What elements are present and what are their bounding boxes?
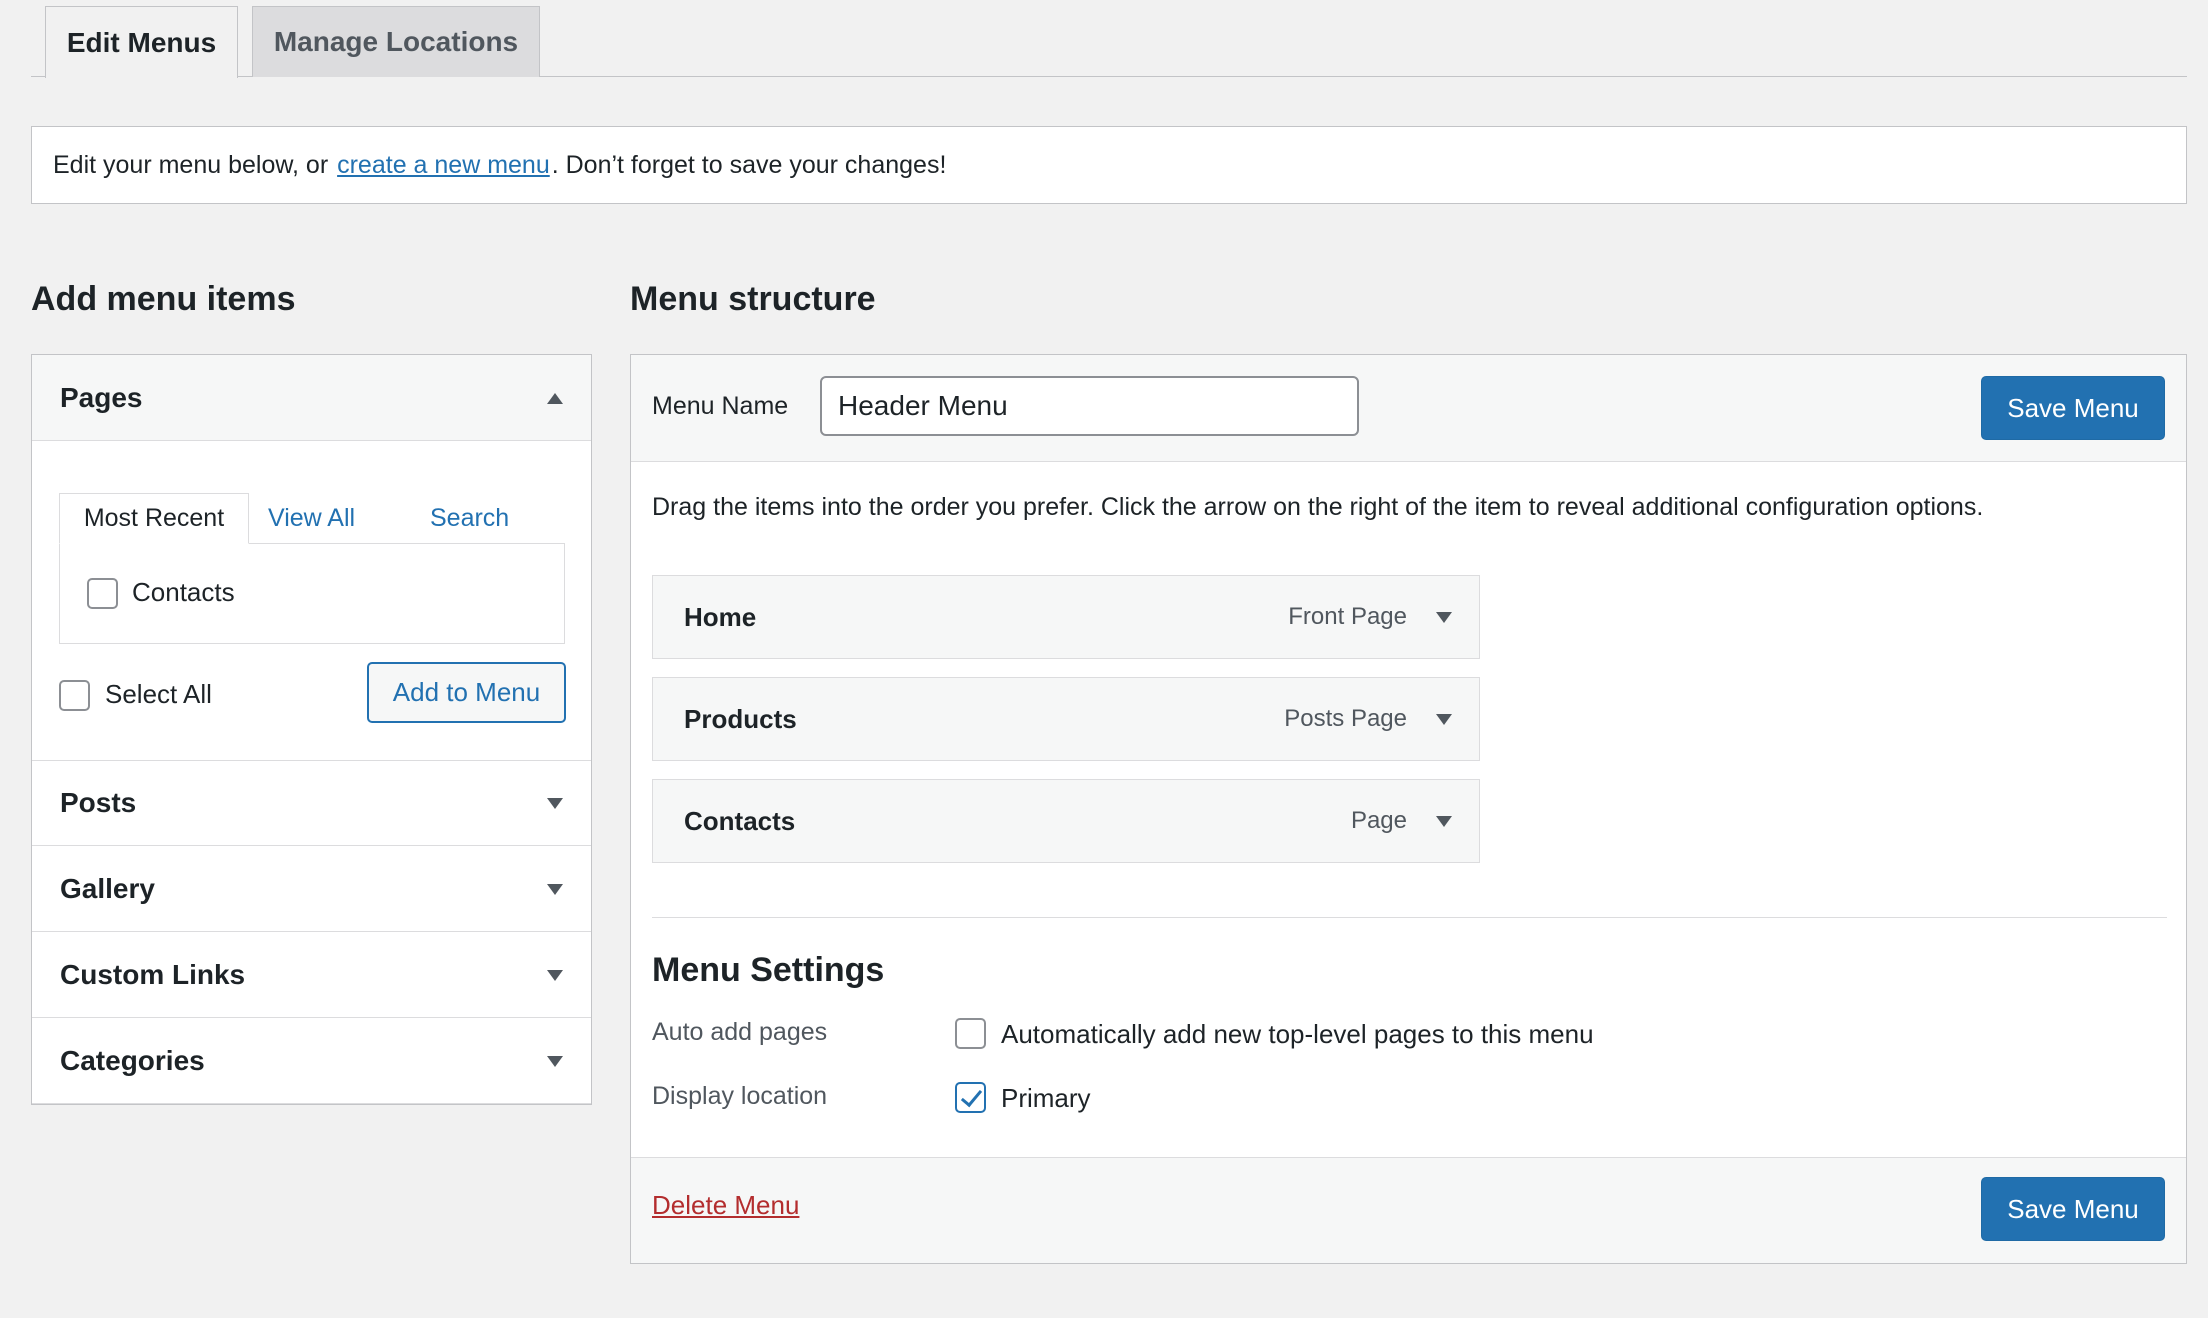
chevron-down-icon [547, 883, 563, 895]
chevron-down-icon [547, 1055, 563, 1067]
accordion-custom-links-label: Custom Links [60, 958, 246, 990]
menu-item-contacts[interactable]: Contacts Page [652, 779, 1480, 863]
menu-header-bar: Menu Name Header Menu Save Menu [631, 355, 2186, 462]
contacts-checkbox[interactable] [87, 578, 118, 609]
menu-settings-heading: Menu Settings [652, 951, 885, 989]
accordion-posts-label: Posts [60, 787, 137, 818]
tab-most-recent[interactable]: Most Recent [59, 493, 249, 544]
accordion-custom-links[interactable]: Custom Links [32, 932, 591, 1018]
menu-item-type: Posts Page [1284, 705, 1407, 732]
accordion-pages-label: Pages [60, 381, 143, 413]
auto-add-label: Auto add pages [652, 1018, 828, 1046]
save-menu-button-top[interactable]: Save Menu [1981, 376, 2165, 440]
menu-item-type: Front Page [1288, 603, 1407, 630]
menu-item-title: Home [684, 601, 757, 632]
menu-item-products[interactable]: Products Posts Page [652, 677, 1480, 761]
settings-divider [652, 917, 2167, 918]
primary-location-text: Primary [1001, 1083, 1091, 1113]
accordion-posts[interactable]: Posts [32, 760, 591, 846]
chevron-down-icon [547, 798, 563, 809]
create-new-menu-link[interactable]: create a new menu [337, 151, 550, 180]
tab-manage-locations[interactable]: Manage Locations [252, 6, 540, 77]
chevron-up-icon [547, 392, 563, 404]
display-location-label: Display location [652, 1082, 828, 1110]
menu-footer-bar: Delete Menu Save Menu [631, 1157, 2186, 1263]
menu-item-type: Page [1350, 807, 1407, 834]
notice-text-after: . Don’t forget to save your changes! [551, 150, 947, 179]
primary-location-checkbox[interactable] [955, 1082, 986, 1113]
auto-add-checkbox[interactable] [955, 1018, 986, 1049]
notice-text-before: Edit your menu below, or [53, 150, 329, 179]
accordion-pages[interactable]: Pages [32, 355, 591, 441]
menu-item-title: Products [684, 703, 797, 734]
menu-item-title: Contacts [684, 805, 796, 836]
select-all-label: Select All [105, 679, 212, 709]
chevron-down-icon [547, 969, 563, 981]
accordion-gallery-label: Gallery [60, 872, 155, 904]
expand-arrow-icon[interactable] [1436, 816, 1452, 827]
menu-item-home[interactable]: Home Front Page [652, 575, 1480, 659]
add-items-accordion: Pages Most Recent View All Search Contac… [31, 354, 592, 1105]
tab-search[interactable]: Search [430, 493, 509, 544]
accordion-categories[interactable]: Categories [32, 1018, 591, 1104]
expand-arrow-icon[interactable] [1436, 612, 1452, 623]
pages-tab-panel: Contacts [59, 543, 565, 644]
add-to-menu-button[interactable]: Add to Menu [367, 662, 566, 723]
menu-name-label: Menu Name [652, 392, 789, 420]
menu-structure-panel: Menu Name Header Menu Save Menu Drag the… [630, 354, 2187, 1264]
delete-menu-link[interactable]: Delete Menu [652, 1190, 799, 1221]
expand-arrow-icon[interactable] [1436, 714, 1452, 725]
tab-edit-menus[interactable]: Edit Menus [45, 6, 238, 78]
contacts-page-label: Contacts [132, 577, 235, 607]
menu-name-input[interactable]: Header Menu [820, 376, 1359, 436]
save-menu-button-bottom[interactable]: Save Menu [1981, 1177, 2165, 1241]
notice-bar: Edit your menu below, or create a new me… [31, 126, 2187, 204]
accordion-gallery[interactable]: Gallery [32, 846, 591, 932]
accordion-categories-label: Categories [60, 1044, 205, 1076]
auto-add-text: Automatically add new top-level pages to… [1001, 1019, 1594, 1049]
tab-view-all[interactable]: View All [268, 493, 355, 544]
select-all-checkbox[interactable] [59, 680, 90, 711]
add-menu-items-heading: Add menu items [31, 280, 296, 318]
drag-instructions: Drag the items into the order you prefer… [652, 493, 1984, 521]
menu-structure-heading: Menu structure [630, 280, 876, 318]
